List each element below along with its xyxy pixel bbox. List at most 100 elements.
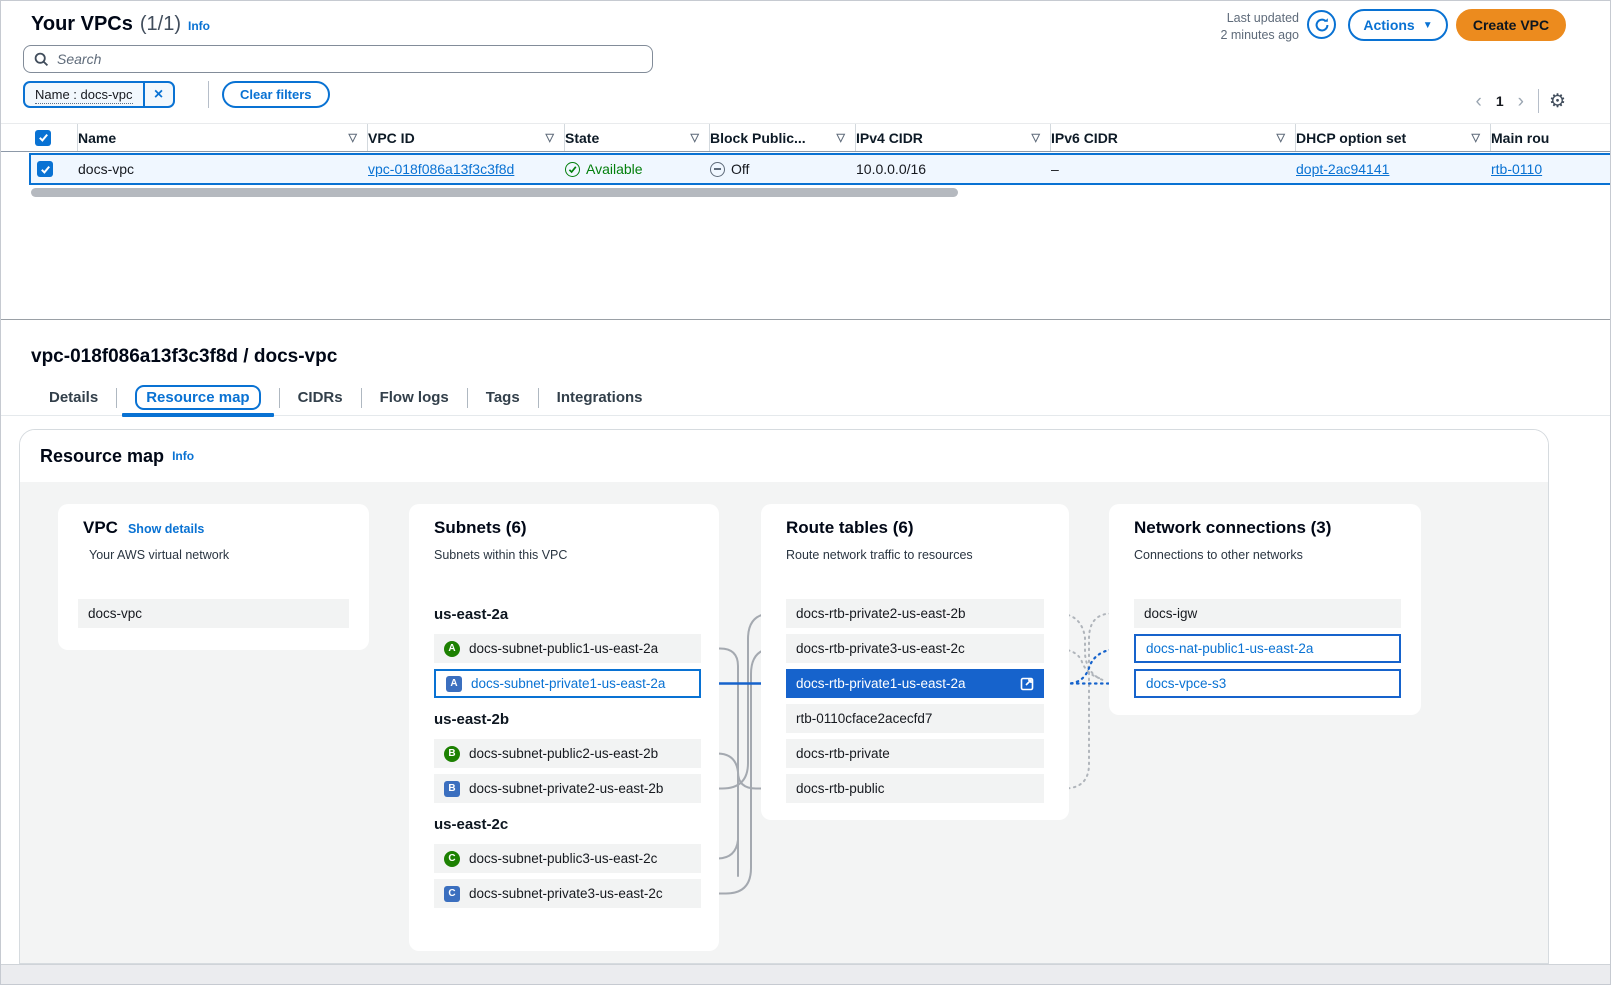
filter-icon[interactable]: ▽ bbox=[1032, 131, 1040, 144]
vpc-id-link[interactable]: vpc-018f086a13f3c3f8d bbox=[368, 161, 514, 177]
resource-map-canvas: VPC Show details Your AWS virtual networ… bbox=[20, 482, 1548, 964]
close-icon: × bbox=[154, 86, 163, 104]
map-node-subnet-private2[interactable]: B docs-subnet-private2-us-east-2b bbox=[434, 774, 701, 803]
clear-filters-button[interactable]: Clear filters bbox=[222, 81, 330, 108]
actions-button[interactable]: Actions ▼ bbox=[1348, 9, 1448, 41]
vpc-card-title: VPC bbox=[83, 518, 118, 538]
filter-icon[interactable]: ▽ bbox=[1277, 131, 1285, 144]
resource-map-title: Resource map bbox=[40, 446, 164, 467]
column-header-block-public[interactable]: Block Public...▽ bbox=[710, 124, 856, 151]
current-page[interactable]: 1 bbox=[1496, 93, 1504, 109]
cell-block-public: Off bbox=[710, 161, 856, 177]
vpc-list-panel: Your VPCs (1/1) Info Last updated 2 minu… bbox=[1, 1, 1611, 319]
status-badge: Available bbox=[586, 161, 643, 177]
map-node-nat-gateway[interactable]: docs-nat-public1-us-east-2a bbox=[1134, 634, 1401, 663]
public-subnet-badge: B bbox=[444, 746, 460, 762]
map-node-subnet-public2[interactable]: B docs-subnet-public2-us-east-2b bbox=[434, 739, 701, 768]
cell-ipv6-cidr: – bbox=[1051, 161, 1296, 177]
vpc-count: (1/1) bbox=[140, 13, 181, 36]
create-vpc-button[interactable]: Create VPC bbox=[1456, 9, 1566, 41]
filter-icon[interactable]: ▽ bbox=[546, 131, 554, 144]
az-header-us-east-2a: us-east-2a bbox=[434, 606, 508, 623]
open-in-new-icon[interactable] bbox=[1020, 677, 1034, 691]
column-header-ipv6-cidr[interactable]: IPv6 CIDR▽ bbox=[1051, 124, 1296, 151]
subnets-card-title: Subnets (6) bbox=[434, 518, 527, 538]
select-all-checkbox[interactable] bbox=[35, 130, 51, 146]
column-header-ipv4-cidr[interactable]: IPv4 CIDR▽ bbox=[856, 124, 1051, 151]
search-field bbox=[23, 45, 653, 73]
network-connections-card-title: Network connections (3) bbox=[1134, 518, 1331, 538]
table-header-rule bbox=[1, 151, 1611, 152]
page-title: Your VPCs bbox=[31, 13, 133, 36]
column-header-dhcp-option-set[interactable]: DHCP option set▽ bbox=[1296, 124, 1491, 151]
filter-token-dismiss-button[interactable]: × bbox=[143, 83, 173, 106]
map-node-subnet-private3[interactable]: C docs-subnet-private3-us-east-2c bbox=[434, 879, 701, 908]
cell-vpc-id: vpc-018f086a13f3c3f8d bbox=[368, 161, 565, 177]
resource-map-info-link[interactable]: Info bbox=[172, 449, 194, 463]
page-header: Your VPCs (1/1) Info bbox=[31, 13, 210, 36]
vpc-card-subtitle: Your AWS virtual network bbox=[89, 548, 229, 562]
vpc-card: VPC Show details Your AWS virtual networ… bbox=[58, 504, 369, 650]
subnets-card-subtitle: Subnets within this VPC bbox=[434, 548, 567, 562]
map-node-vpc[interactable]: docs-vpc bbox=[78, 599, 349, 628]
map-node-subnet-private1-selected[interactable]: A docs-subnet-private1-us-east-2a bbox=[434, 669, 701, 698]
select-all-cell bbox=[31, 124, 78, 151]
vpc-console-page: Your VPCs (1/1) Info Last updated 2 minu… bbox=[0, 0, 1611, 985]
row-checkbox[interactable] bbox=[37, 161, 53, 177]
search-icon bbox=[34, 52, 49, 67]
az-header-us-east-2b: us-east-2b bbox=[434, 711, 509, 728]
last-updated-text: Last updated 2 minutes ago bbox=[1220, 10, 1299, 44]
gear-icon[interactable]: ⚙ bbox=[1549, 90, 1566, 113]
tab-cidrs[interactable]: CIDRs bbox=[280, 380, 361, 416]
map-node-rtb-0110[interactable]: rtb-0110cface2acecfd7 bbox=[786, 704, 1044, 733]
column-header-name[interactable]: Name▽ bbox=[78, 124, 368, 151]
map-node-rtb-private[interactable]: docs-rtb-private bbox=[786, 739, 1044, 768]
map-node-subnet-public1[interactable]: A docs-subnet-public1-us-east-2a bbox=[434, 634, 701, 663]
cell-main-route-table: rtb-0110 bbox=[1491, 161, 1611, 177]
tab-details[interactable]: Details bbox=[31, 380, 116, 416]
map-node-igw[interactable]: docs-igw bbox=[1134, 599, 1401, 628]
filter-icon[interactable]: ▽ bbox=[1472, 131, 1480, 144]
tab-flow-logs[interactable]: Flow logs bbox=[362, 380, 467, 416]
map-node-rtb-public[interactable]: docs-rtb-public bbox=[786, 774, 1044, 803]
pager-divider bbox=[1538, 89, 1539, 113]
filter-icon[interactable]: ▽ bbox=[691, 131, 699, 144]
map-node-rtb-private1-selected[interactable]: docs-rtb-private1-us-east-2a bbox=[786, 669, 1044, 698]
tab-integrations[interactable]: Integrations bbox=[539, 380, 661, 416]
header-info-link[interactable]: Info bbox=[188, 19, 210, 33]
column-header-main-route-table[interactable]: Main rou bbox=[1491, 124, 1611, 151]
dhcp-option-set-link[interactable]: dopt-2ac94141 bbox=[1296, 161, 1389, 177]
map-node-vpce-s3[interactable]: docs-vpce-s3 bbox=[1134, 669, 1401, 698]
network-connections-card: Network connections (3) Connections to o… bbox=[1109, 504, 1421, 715]
column-header-state[interactable]: State▽ bbox=[565, 124, 710, 151]
resource-map-container: Resource map Info bbox=[19, 429, 1549, 964]
main-route-table-link[interactable]: rtb-0110 bbox=[1491, 161, 1542, 177]
private-subnet-badge: A bbox=[446, 676, 462, 692]
column-header-vpc-id[interactable]: VPC ID▽ bbox=[368, 124, 565, 151]
tab-tags[interactable]: Tags bbox=[468, 380, 538, 416]
horizontal-scrollbar[interactable] bbox=[31, 188, 958, 197]
route-tables-card: Route tables (6) Route network traffic t… bbox=[761, 504, 1069, 820]
search-input[interactable] bbox=[57, 51, 642, 67]
filter-icon[interactable]: ▽ bbox=[349, 131, 357, 144]
table-header-row: Name▽ VPC ID▽ State▽ Block Public...▽ IP… bbox=[1, 124, 1611, 151]
show-details-link[interactable]: Show details bbox=[128, 522, 204, 536]
vpc-detail-panel: vpc-018f086a13f3c3f8d / docs-vpc Details… bbox=[1, 320, 1611, 964]
map-node-rtb-private3[interactable]: docs-rtb-private3-us-east-2c bbox=[786, 634, 1044, 663]
next-page-icon[interactable]: › bbox=[1514, 92, 1528, 111]
tab-resource-map[interactable]: Resource map bbox=[117, 380, 278, 416]
map-node-rtb-private2[interactable]: docs-rtb-private2-us-east-2b bbox=[786, 599, 1044, 628]
route-tables-card-subtitle: Route network traffic to resources bbox=[786, 548, 973, 562]
refresh-icon bbox=[1314, 17, 1330, 33]
previous-page-icon[interactable]: ‹ bbox=[1472, 92, 1486, 111]
table-row[interactable]: docs-vpc vpc-018f086a13f3c3f8d Available… bbox=[29, 153, 1611, 185]
detail-tabs: Details Resource map CIDRs Flow logs Tag… bbox=[1, 380, 1611, 416]
filter-icon[interactable]: ▽ bbox=[837, 131, 845, 144]
pagination: ‹ 1 › ⚙ bbox=[1472, 89, 1567, 113]
route-tables-card-title: Route tables (6) bbox=[786, 518, 914, 538]
refresh-button[interactable] bbox=[1307, 10, 1336, 39]
public-subnet-badge: C bbox=[444, 851, 460, 867]
map-node-subnet-public3[interactable]: C docs-subnet-public3-us-east-2c bbox=[434, 844, 701, 873]
row-select-cell bbox=[31, 161, 78, 177]
cell-ipv4-cidr: 10.0.0.0/16 bbox=[856, 161, 1051, 177]
